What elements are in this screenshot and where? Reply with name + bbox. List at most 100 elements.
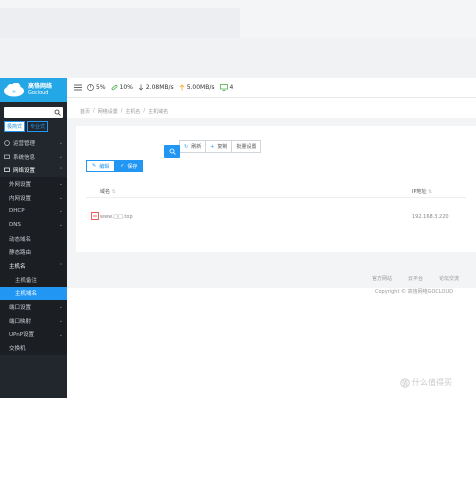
mode-switch: 极简式 专业式 xyxy=(4,121,63,132)
network-submenu: 外网设置 ⌄ 内网设置 ⌄ DHCP ⌄ DNS ⌄ 动态域名 静态路由 主机名… xyxy=(0,177,67,355)
main-content: ↻ 刷新 + 复制 批量设置 ✎ 编辑 ✓ 保存 域名 ⇅ IP地址 ⇅ www… xyxy=(67,118,476,288)
chevron-down-icon: ⌄ xyxy=(58,153,63,160)
chevron-down-icon: ⌄ xyxy=(58,208,63,215)
footer-links: 官方网站 云平台 论坛交流 xyxy=(372,275,476,282)
simple-mode-button[interactable]: 极简式 xyxy=(4,121,26,132)
sidebar-item-dhcp[interactable]: DHCP ⌄ xyxy=(0,204,67,218)
blurred-top-region xyxy=(0,0,476,78)
column-header-label: 域名 xyxy=(100,189,111,195)
cpu-usage-value: 5% xyxy=(96,84,106,91)
svg-text:值: 值 xyxy=(402,379,408,387)
copyright-text: Copyright © 高恪网络GOCLOUD xyxy=(375,289,453,295)
edit-label: 编辑 xyxy=(99,163,110,170)
sidebar-item-label: DNS xyxy=(9,221,21,228)
arrow-up-icon xyxy=(179,84,184,91)
toolbar: ↻ 刷新 + 复制 批量设置 xyxy=(160,140,262,158)
watermark-text: 什么值得买 xyxy=(412,378,452,387)
sidebar-item-ddns[interactable]: 动态域名 xyxy=(0,232,67,246)
breadcrumb-separator: / xyxy=(120,108,123,114)
table-header: 域名 ⇅ IP地址 ⇅ xyxy=(86,184,466,198)
chevron-down-icon: ⌄ xyxy=(58,331,63,338)
watermark-logo-icon: 值 xyxy=(400,377,410,388)
edit-icon: ✎ xyxy=(92,163,97,169)
search-button[interactable] xyxy=(164,145,180,158)
chevron-up-icon: ⌃ xyxy=(58,263,63,270)
sidebar-item-switch[interactable]: 交换机 xyxy=(0,341,67,355)
check-icon: ✓ xyxy=(120,163,125,169)
refresh-button[interactable]: ↻ 刷新 xyxy=(179,140,207,153)
memory-usage: 10% xyxy=(111,84,133,91)
sidebar-item-label: 端口映射 xyxy=(9,318,32,325)
sidebar-item-network-settings[interactable]: 网络设置 ⌃ xyxy=(0,163,67,177)
footer-link-forum[interactable]: 论坛交流 xyxy=(439,275,459,282)
cloud-logo-icon: ≈ xyxy=(4,83,24,97)
download-speed: 2.08MB/s xyxy=(138,84,174,91)
chevron-down-icon: ⌄ xyxy=(58,317,63,324)
brand-name-en: Gocloud xyxy=(28,89,49,96)
chevron-up-icon: ⌃ xyxy=(58,167,63,174)
cpu-usage: 5% xyxy=(87,84,106,91)
ip-cell[interactable]: 192.168.3.220 xyxy=(412,214,449,220)
column-header-domain[interactable]: 域名 ⇅ xyxy=(100,188,116,195)
column-header-label: IP地址 xyxy=(412,189,427,195)
sidebar-item-label: 交换机 xyxy=(9,346,26,353)
sidebar-item-host-remark[interactable]: 主机备注 xyxy=(0,273,67,287)
chevron-down-icon: ⌄ xyxy=(58,181,63,188)
full-mode-button[interactable]: 专业式 xyxy=(27,121,49,132)
sidebar-item-dns[interactable]: DNS ⌄ xyxy=(0,218,67,232)
copy-button[interactable]: + 复制 xyxy=(205,140,233,153)
refresh-icon: ↻ xyxy=(184,143,189,150)
save-button[interactable]: ✓ 保存 xyxy=(114,160,144,172)
brand-logo[interactable]: ≈ 高恪网络 Gocloud xyxy=(0,78,67,102)
menu-toggle-icon[interactable] xyxy=(74,84,82,91)
sidebar-item-label: 运营管理 xyxy=(13,140,36,147)
sidebar-item-upnp[interactable]: UPnP设置 ⌄ xyxy=(0,328,67,342)
upload-speed-value: 5.00MB/s xyxy=(186,84,215,91)
sidebar-item-static-route[interactable]: 静态路由 xyxy=(0,246,67,260)
sidebar-item-label: 动态域名 xyxy=(9,236,32,243)
sidebar: ≈ 高恪网络 Gocloud 极简式 专业式 运营管理 ⌄ 系统信息 ⌄ 网络设… xyxy=(0,78,67,398)
footer-link-cloud-platform[interactable]: 云平台 xyxy=(408,275,423,282)
link-icon xyxy=(111,84,117,91)
sidebar-item-label: 内网设置 xyxy=(9,195,32,202)
chevron-down-icon: ⌄ xyxy=(58,140,63,146)
sidebar-item-host-domain[interactable]: 主机域名 xyxy=(0,286,67,301)
search-icon[interactable] xyxy=(54,109,61,116)
blur-band-2 xyxy=(0,38,476,78)
action-buttons: ✎ 编辑 ✓ 保存 xyxy=(86,160,144,172)
network-icon xyxy=(4,167,10,173)
sidebar-item-label: 主机备注 xyxy=(15,277,38,284)
plus-icon: + xyxy=(210,143,215,150)
save-label: 保存 xyxy=(127,163,138,170)
search-icon xyxy=(169,148,176,155)
sidebar-item-label: 静态路由 xyxy=(9,250,32,257)
arrow-down-icon xyxy=(138,84,144,91)
sidebar-item-port-settings[interactable]: 端口设置 ⌄ xyxy=(0,300,67,314)
watermark: 值 什么值得买 xyxy=(400,377,452,388)
footer-link-official-site[interactable]: 官方网站 xyxy=(372,275,392,282)
chevron-down-icon: ⌄ xyxy=(58,304,63,311)
online-devices-value: 4 xyxy=(229,84,234,91)
sidebar-item-system-info[interactable]: 系统信息 ⌄ xyxy=(0,150,67,164)
edit-button[interactable]: ✎ 编辑 xyxy=(86,160,116,172)
breadcrumb-network[interactable]: 网络设置 xyxy=(98,108,118,115)
sidebar-item-wan[interactable]: 外网设置 ⌄ xyxy=(0,177,67,191)
shield-icon xyxy=(4,140,10,146)
sidebar-item-label: 主机名 xyxy=(9,264,26,271)
sidebar-search xyxy=(4,107,63,118)
sidebar-item-lan[interactable]: 内网设置 ⌄ xyxy=(0,191,67,205)
table-row[interactable]: www.□□.top 192.168.3.220 xyxy=(86,210,466,224)
breadcrumb-home[interactable]: 首页 xyxy=(80,108,90,115)
breadcrumb-hostname[interactable]: 主机名 xyxy=(125,108,140,115)
sidebar-item-operations[interactable]: 运营管理 ⌄ xyxy=(0,136,67,150)
column-header-ip[interactable]: IP地址 ⇅ xyxy=(412,188,432,195)
checkbox-icon[interactable] xyxy=(91,212,99,220)
sidebar-item-port-mapping[interactable]: 端口映射 ⌄ xyxy=(0,314,67,328)
sidebar-item-hostname[interactable]: 主机名 ⌃ xyxy=(0,259,67,273)
monitor-icon xyxy=(219,84,228,91)
batch-settings-button[interactable]: 批量设置 xyxy=(231,140,262,153)
domain-cell[interactable]: www.□□.top xyxy=(100,214,133,220)
breadcrumb-separator: / xyxy=(93,108,95,114)
sidebar-search-input[interactable] xyxy=(4,107,52,118)
chevron-down-icon: ⌄ xyxy=(58,194,63,201)
